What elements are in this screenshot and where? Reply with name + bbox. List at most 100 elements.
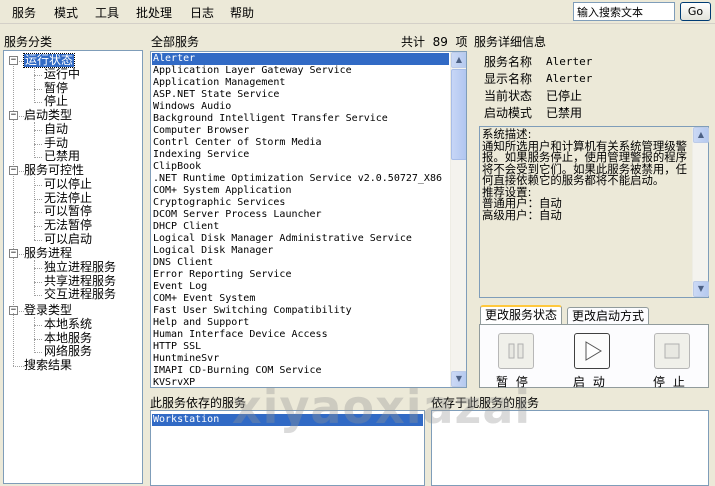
list-item[interactable]: Workstation bbox=[152, 414, 423, 426]
scroll-down-icon[interactable]: ▼ bbox=[693, 281, 709, 297]
service-row[interactable]: Indexing Service bbox=[152, 149, 449, 161]
start-button[interactable] bbox=[574, 333, 610, 369]
tree-node-local-system[interactable]: 本地系统 bbox=[44, 318, 92, 331]
collapse-icon[interactable]: − bbox=[9, 166, 18, 175]
service-count: 共计 89 项 bbox=[401, 35, 468, 49]
detail-key-display-name: 显示名称 bbox=[484, 72, 533, 86]
dependents-list[interactable] bbox=[431, 410, 709, 486]
service-row[interactable]: COM+ Event System bbox=[152, 293, 449, 305]
service-row[interactable]: DHCP Client bbox=[152, 221, 449, 233]
menu-mode[interactable]: 模式 bbox=[54, 4, 78, 21]
play-icon bbox=[585, 341, 602, 361]
tree-node-interactive-process[interactable]: 交互进程服务 bbox=[44, 288, 116, 301]
tree-connector bbox=[34, 325, 42, 326]
tree-connector bbox=[34, 295, 42, 296]
tab-change-startup[interactable]: 更改启动方式 bbox=[567, 307, 650, 325]
menu-log[interactable]: 日志 bbox=[190, 4, 214, 21]
tab-change-status[interactable]: 更改服务状态 bbox=[480, 305, 563, 325]
menu-bar: 服务 模式 工具 批处理 日志 帮助 Go bbox=[0, 0, 715, 24]
tree-node-run-status[interactable]: 运行状态 bbox=[22, 53, 76, 68]
service-row[interactable]: KVSrvXP bbox=[152, 377, 449, 387]
tree-node-can-pause[interactable]: 可以暂停 bbox=[44, 205, 92, 218]
tree-connector bbox=[34, 240, 42, 241]
tree-connector bbox=[34, 89, 42, 90]
go-button[interactable]: Go bbox=[680, 2, 711, 21]
tree-node-own-process[interactable]: 独立进程服务 bbox=[44, 261, 116, 274]
collapse-icon[interactable]: − bbox=[9, 249, 18, 258]
service-row[interactable]: Help and Support bbox=[152, 317, 449, 329]
service-row[interactable]: HuntmineSvr bbox=[152, 353, 449, 365]
search-input[interactable] bbox=[573, 2, 675, 21]
all-services-title: 全部服务 bbox=[151, 35, 200, 49]
description-scrollbar[interactable]: ▲ ▼ bbox=[692, 127, 709, 297]
description-box[interactable]: 系统描述: 通知所选用户和计算机有关系统管理级警报。如果服务停止，使用管理警报的… bbox=[479, 126, 709, 298]
service-row[interactable]: DNS Client bbox=[152, 257, 449, 269]
service-row[interactable]: Fast User Switching Compatibility bbox=[152, 305, 449, 317]
pause-button[interactable] bbox=[498, 333, 534, 369]
service-row[interactable]: Logical Disk Manager Administrative Serv… bbox=[152, 233, 449, 245]
service-row[interactable]: Human Interface Device Access bbox=[152, 329, 449, 341]
menu-service[interactable]: 服务 bbox=[12, 4, 36, 21]
tree-connector bbox=[34, 282, 42, 283]
scroll-thumb[interactable] bbox=[451, 69, 466, 160]
tree-connector bbox=[34, 67, 35, 103]
service-row[interactable]: Contrl Center of Storm Media bbox=[152, 137, 449, 149]
tree-connector bbox=[34, 177, 35, 240]
detail-value-display-name: Alerter bbox=[546, 72, 593, 85]
tree-node-logon-type[interactable]: 登录类型 bbox=[24, 304, 72, 317]
start-label: 启 动 bbox=[573, 375, 607, 389]
pause-label: 暂 停 bbox=[496, 375, 530, 389]
tree-node-running[interactable]: 运行中 bbox=[44, 68, 80, 81]
tree-node-disabled[interactable]: 已禁用 bbox=[44, 150, 80, 163]
service-row[interactable]: Background Intelligent Transfer Service bbox=[152, 113, 449, 125]
service-row[interactable]: DCOM Server Process Launcher bbox=[152, 209, 449, 221]
tree-node-startup-type[interactable]: 启动类型 bbox=[24, 109, 72, 122]
service-row[interactable]: COM+ System Application bbox=[152, 185, 449, 197]
service-row[interactable]: Application Layer Gateway Service bbox=[152, 65, 449, 77]
service-list[interactable]: Alerter Application Layer Gateway Service… bbox=[150, 51, 467, 388]
collapse-icon[interactable]: − bbox=[9, 111, 18, 120]
status-tab-panel: 暂 停 启 动 停 止 bbox=[479, 324, 709, 389]
tree-node-network-service[interactable]: 网络服务 bbox=[44, 345, 92, 358]
service-row[interactable]: HTTP SSL bbox=[152, 341, 449, 353]
stop-button[interactable] bbox=[654, 333, 690, 369]
tree-connector bbox=[34, 226, 42, 227]
service-row[interactable]: Error Reporting Service bbox=[152, 269, 449, 281]
service-list-scrollbar[interactable]: ▲ ▼ bbox=[450, 52, 466, 387]
tree-connector bbox=[13, 313, 14, 366]
dependents-title: 依存于此服务的服务 bbox=[431, 396, 540, 410]
tree-node-controllability[interactable]: 服务可控性 bbox=[24, 164, 84, 177]
service-row[interactable]: IMAPI CD-Burning COM Service bbox=[152, 365, 449, 377]
service-row[interactable]: .NET Runtime Optimization Service v2.0.5… bbox=[152, 173, 449, 185]
tree-node-process[interactable]: 服务进程 bbox=[24, 247, 72, 260]
scroll-down-icon[interactable]: ▼ bbox=[451, 371, 466, 387]
scroll-up-icon[interactable]: ▲ bbox=[693, 127, 709, 143]
stop-label: 停 止 bbox=[653, 375, 687, 389]
tree-connector bbox=[34, 157, 42, 158]
tree-node-stopped[interactable]: 停止 bbox=[44, 95, 68, 108]
tree-node-can-start[interactable]: 可以启动 bbox=[44, 233, 92, 246]
stop-icon bbox=[664, 343, 680, 359]
category-tree[interactable]: − 运行状态 运行中 暂停 停止 − 启动类型 自动 手动 已禁用 − 服务可控… bbox=[3, 50, 143, 484]
service-row[interactable]: ASP.NET State Service bbox=[152, 89, 449, 101]
service-row[interactable]: Cryptographic Services bbox=[152, 197, 449, 209]
tree-node-cannot-pause[interactable]: 无法暂停 bbox=[44, 219, 92, 232]
menu-tools[interactable]: 工具 bbox=[95, 4, 119, 21]
tree-connector bbox=[34, 144, 42, 145]
detail-value-service-name: Alerter bbox=[546, 55, 593, 68]
tree-node-can-stop[interactable]: 可以停止 bbox=[44, 178, 92, 191]
menu-batch[interactable]: 批处理 bbox=[136, 4, 172, 21]
depends-on-list[interactable]: Workstation bbox=[150, 410, 425, 486]
service-row[interactable]: Application Management bbox=[152, 77, 449, 89]
service-row[interactable]: Windows Audio bbox=[152, 101, 449, 113]
collapse-icon[interactable]: − bbox=[9, 56, 18, 65]
service-row[interactable]: Computer Browser bbox=[152, 125, 449, 137]
service-row[interactable]: Logical Disk Manager bbox=[152, 245, 449, 257]
service-row[interactable]: Event Log bbox=[152, 281, 449, 293]
tree-node-auto[interactable]: 自动 bbox=[44, 123, 68, 136]
menu-help[interactable]: 帮助 bbox=[230, 4, 254, 21]
tree-node-search-results[interactable]: 搜索结果 bbox=[24, 359, 72, 372]
service-row[interactable]: Alerter bbox=[152, 53, 449, 65]
service-row[interactable]: ClipBook bbox=[152, 161, 449, 173]
scroll-up-icon[interactable]: ▲ bbox=[451, 52, 466, 68]
